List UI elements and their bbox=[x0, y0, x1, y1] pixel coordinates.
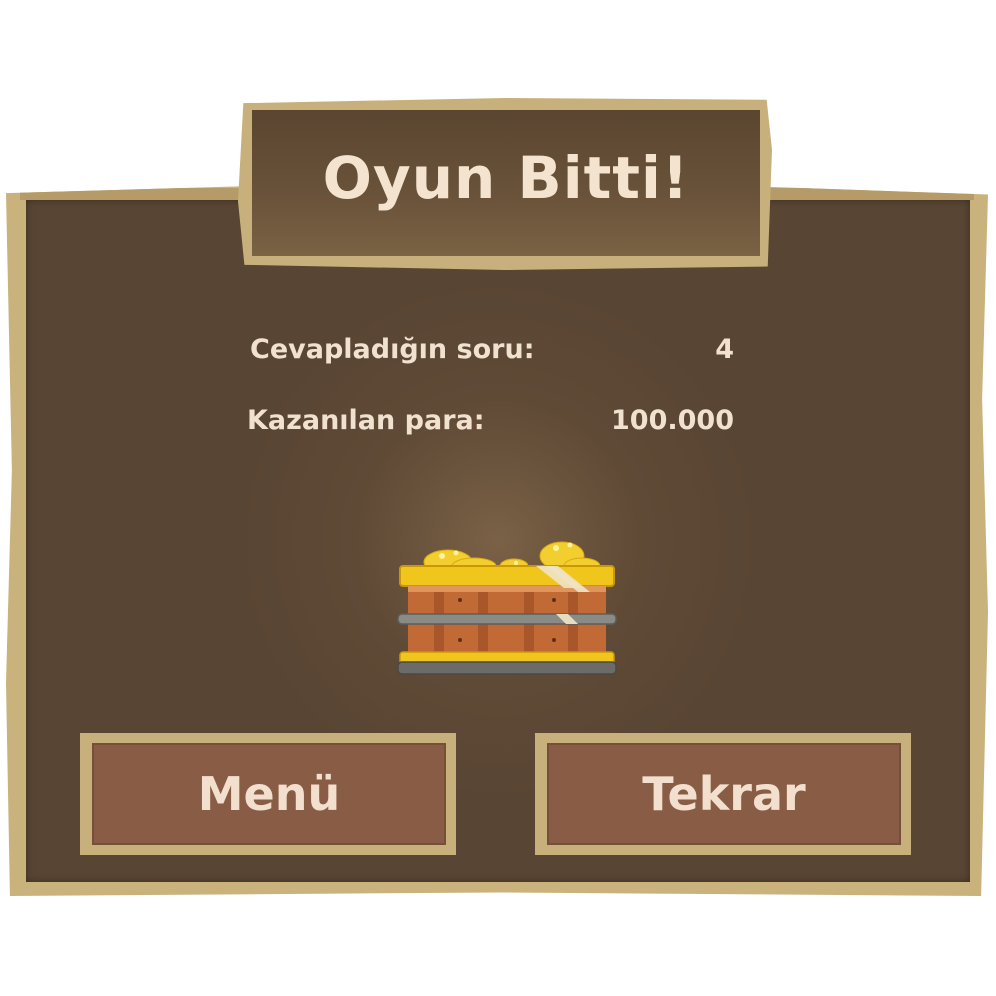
earned-money-label: Kazanılan para: bbox=[247, 405, 485, 436]
retry-button[interactable]: Tekrar bbox=[535, 733, 911, 855]
title-plank-inner: Oyun Bitti! bbox=[252, 110, 760, 256]
menu-button-label: Menü bbox=[197, 767, 341, 821]
title-plank: Oyun Bitti! bbox=[238, 98, 772, 270]
retry-button-label: Tekrar bbox=[642, 767, 806, 821]
game-over-screen: Oyun Bitti! Cevapladığın soru: 4 Kazanıl… bbox=[0, 0, 996, 996]
dialog-title: Oyun Bitti! bbox=[322, 144, 690, 212]
retry-button-face[interactable]: Tekrar bbox=[547, 743, 901, 845]
menu-button-face[interactable]: Menü bbox=[92, 743, 446, 845]
menu-button[interactable]: Menü bbox=[80, 733, 456, 855]
answered-questions-label: Cevapladığın soru: bbox=[250, 334, 535, 365]
earned-money-value: 100.000 bbox=[611, 405, 734, 436]
answered-questions-value: 4 bbox=[715, 334, 734, 365]
treasure-chest-with-gold-icon bbox=[396, 536, 618, 676]
